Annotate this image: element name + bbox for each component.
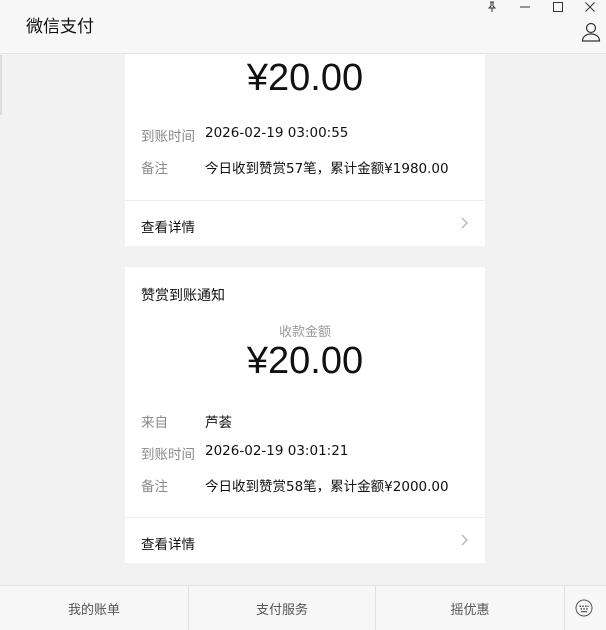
view-details-button[interactable]: 查看详情 bbox=[125, 517, 485, 563]
pin-icon[interactable] bbox=[482, 0, 502, 14]
view-details-button[interactable]: 查看详情 bbox=[125, 200, 485, 246]
tab-shake-deals[interactable]: 摇优惠 bbox=[376, 586, 565, 630]
keyboard-icon[interactable] bbox=[575, 599, 593, 617]
app-title: 微信支付 bbox=[26, 17, 94, 37]
chevron-right-icon bbox=[459, 215, 471, 231]
amount-value: ¥20.00 bbox=[246, 340, 364, 382]
row-label: 备注 bbox=[141, 479, 168, 495]
title-bar: 微信支付 bbox=[0, 0, 606, 54]
payment-card: 赞赏到账通知 收款金额 ¥20.00 来自 芦荟 到账时间 2026-02-19… bbox=[125, 267, 485, 563]
view-details-label: 查看详情 bbox=[141, 220, 195, 236]
row-label: 到账时间 bbox=[141, 129, 195, 145]
row-value: 今日收到赞赏58笔，累计金额¥2000.00 bbox=[205, 479, 449, 495]
row-value: 2026-02-19 03:00:55 bbox=[205, 125, 349, 141]
row-label: 来自 bbox=[141, 415, 168, 431]
row-value: 2026-02-19 03:01:21 bbox=[205, 443, 349, 459]
tab-payment-services[interactable]: 支付服务 bbox=[189, 586, 376, 630]
payment-card: ¥20.00 到账时间 2026-02-19 03:00:55 备注 今日收到赞… bbox=[125, 54, 485, 246]
amount-value: ¥20.00 bbox=[246, 57, 364, 99]
amount-label: 收款金额 bbox=[278, 325, 331, 340]
close-icon[interactable] bbox=[580, 0, 600, 14]
tab-my-bills[interactable]: 我的账单 bbox=[0, 586, 189, 630]
maximize-icon[interactable] bbox=[548, 0, 568, 14]
minimize-icon[interactable] bbox=[515, 0, 535, 14]
row-label: 到账时间 bbox=[141, 447, 195, 463]
row-value: 今日收到赞赏57笔，累计金额¥1980.00 bbox=[205, 161, 449, 177]
chevron-right-icon bbox=[459, 532, 471, 548]
row-value: 芦荟 bbox=[205, 415, 232, 431]
message-list[interactable]: ¥20.00 到账时间 2026-02-19 03:00:55 备注 今日收到赞… bbox=[0, 54, 606, 585]
user-icon[interactable] bbox=[580, 21, 602, 43]
row-label: 备注 bbox=[141, 161, 168, 177]
view-details-label: 查看详情 bbox=[141, 537, 195, 553]
bottom-menu-bar: 我的账单 支付服务 摇优惠 bbox=[0, 585, 606, 630]
card-title: 赞赏到账通知 bbox=[141, 288, 225, 304]
